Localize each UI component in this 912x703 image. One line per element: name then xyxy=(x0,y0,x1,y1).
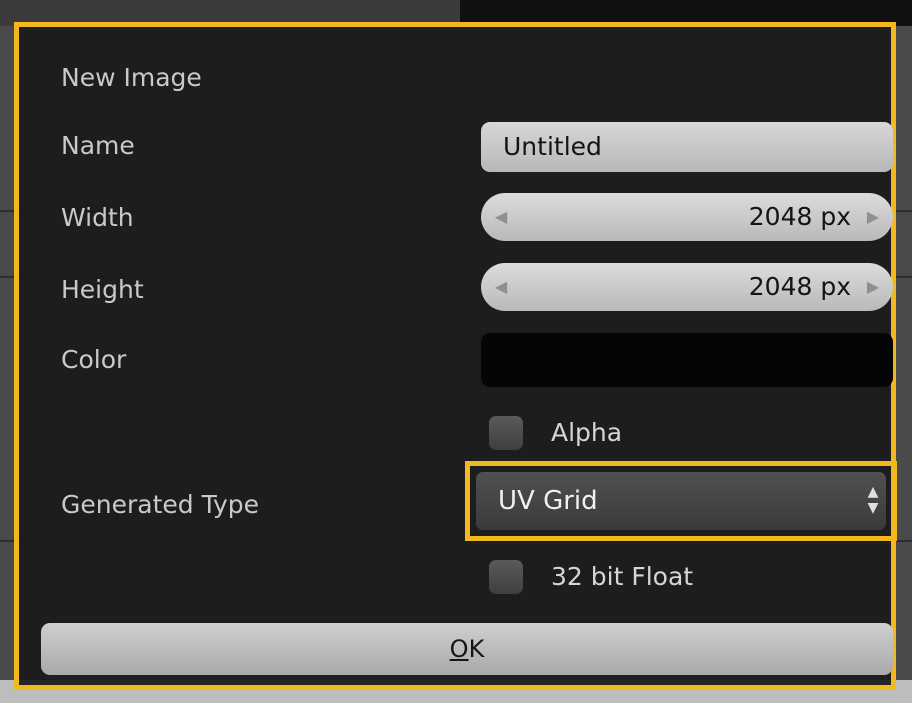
alpha-checkbox[interactable] xyxy=(489,416,523,450)
dialog-title: New Image xyxy=(61,63,202,92)
decrement-icon[interactable]: ◀ xyxy=(487,263,515,311)
width-field[interactable]: ◀ 2048 px ▶ xyxy=(481,193,893,241)
height-field[interactable]: ◀ 2048 px ▶ xyxy=(481,263,893,311)
generated-type-label: Generated Type xyxy=(61,490,259,519)
generated-type-value: UV Grid xyxy=(498,486,598,516)
alpha-label: Alpha xyxy=(551,418,623,447)
name-field[interactable]: Untitled xyxy=(481,122,893,172)
increment-icon[interactable]: ▶ xyxy=(859,263,887,311)
color-label: Color xyxy=(61,345,127,374)
width-value: 2048 px xyxy=(748,202,851,231)
float-checkbox[interactable] xyxy=(489,560,523,594)
name-label: Name xyxy=(61,131,135,160)
up-down-arrows-icon: ▲ ▼ xyxy=(867,484,879,516)
ok-label-rest: K xyxy=(468,635,485,663)
decrement-icon[interactable]: ◀ xyxy=(487,193,515,241)
width-label: Width xyxy=(61,203,134,232)
increment-icon[interactable]: ▶ xyxy=(859,193,887,241)
ok-label-underlined: O xyxy=(449,635,469,663)
color-swatch[interactable] xyxy=(481,333,893,387)
generated-type-highlight: UV Grid ▲ ▼ xyxy=(465,461,897,541)
height-label: Height xyxy=(61,275,144,304)
float-label: 32 bit Float xyxy=(551,562,694,591)
generated-type-select[interactable]: UV Grid ▲ ▼ xyxy=(476,472,886,530)
height-value: 2048 px xyxy=(748,272,851,301)
new-image-dialog: New Image Name Untitled Width ◀ 2048 px … xyxy=(14,22,897,690)
ok-button[interactable]: OK xyxy=(41,623,893,675)
